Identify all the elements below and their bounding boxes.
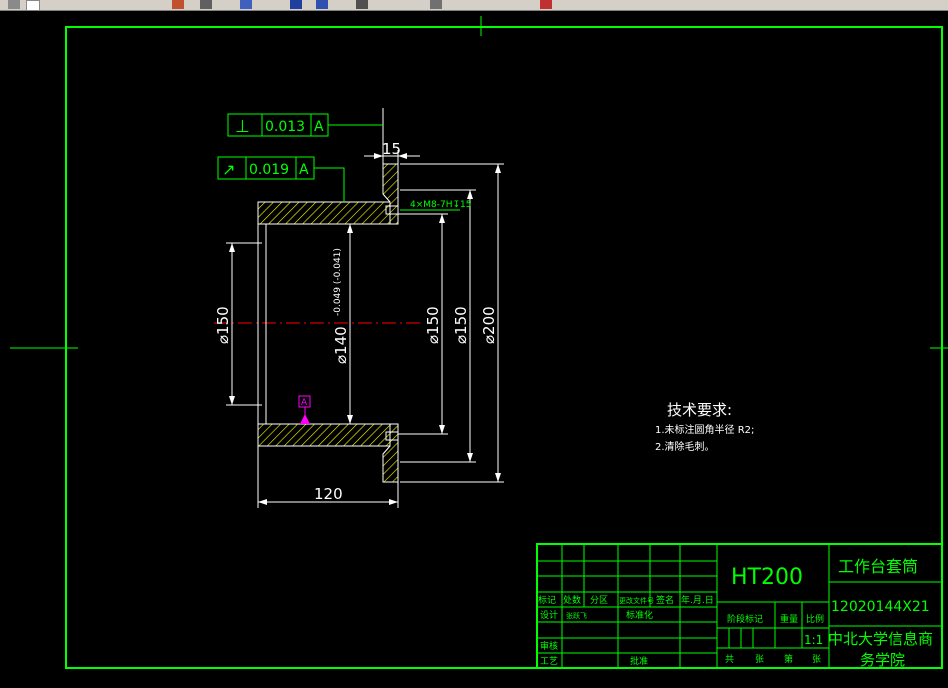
gdt-frame-runout: ↗ 0.019 A bbox=[217, 156, 345, 202]
svg-text:更改文件号: 更改文件号 bbox=[619, 596, 654, 605]
dim-d150-a: ⌀150 bbox=[424, 306, 442, 344]
material-label: HT200 bbox=[731, 565, 803, 590]
review-label: 审核 bbox=[540, 640, 558, 652]
dim-d200: ⌀200 bbox=[480, 306, 498, 344]
standard-label: 标准化 bbox=[626, 609, 653, 621]
svg-text:签名: 签名 bbox=[656, 594, 674, 606]
notes-title: 技术要求: bbox=[667, 401, 732, 419]
gdt2-value: 0.019 bbox=[249, 162, 289, 178]
note-1: 1.未标注圆角半径 R2; bbox=[655, 423, 754, 436]
designer-name: 张跃飞 bbox=[566, 611, 587, 620]
sheet-unit2: 张 bbox=[812, 654, 821, 665]
dim-top-15: 15 bbox=[382, 140, 401, 158]
center-marks bbox=[10, 16, 948, 349]
stage-label: 阶段标记 bbox=[727, 613, 763, 625]
dim-d140-tolerance: -0.049 (-0.041) bbox=[333, 248, 343, 316]
process-label: 工艺 bbox=[540, 656, 558, 667]
datum-tag: A bbox=[298, 395, 311, 424]
undo-icon[interactable] bbox=[290, 0, 302, 9]
grid-icon[interactable] bbox=[8, 0, 20, 9]
drawing-border bbox=[65, 26, 943, 669]
svg-text:分区: 分区 bbox=[590, 595, 608, 606]
sheet-no: 第 bbox=[784, 653, 793, 665]
cad-canvas[interactable]: 15 ⌀150 ⌀140 ⌀150 ⌀150 ⌀200 120 -0.049 (… bbox=[0, 10, 948, 684]
dim-bottom-120: 120 bbox=[314, 485, 343, 503]
gdt1-symbol: ⊥ bbox=[235, 117, 250, 137]
zoom-icon[interactable] bbox=[240, 0, 252, 9]
close-icon[interactable] bbox=[540, 0, 552, 9]
thread-callout: 4×M8-7H↧15 bbox=[410, 200, 472, 210]
org-line2: 务学院 bbox=[860, 651, 905, 669]
svg-text:年.月.日: 年.月.日 bbox=[681, 594, 714, 606]
weight-label: 重量 bbox=[780, 613, 798, 625]
pan-icon[interactable] bbox=[200, 0, 212, 9]
technical-notes: 技术要求: 1.未标注圆角半径 R2; 2.清除毛刺。 bbox=[655, 401, 754, 453]
sheet-total: 共 bbox=[725, 654, 734, 665]
design-label: 设计 bbox=[540, 609, 558, 621]
svg-text:标记: 标记 bbox=[538, 594, 556, 606]
sheet-unit: 张 bbox=[755, 654, 764, 665]
org-line1: 中北大学信息商 bbox=[828, 630, 933, 648]
gdt1-datum: A bbox=[314, 119, 324, 135]
gdt1-value: 0.013 bbox=[265, 119, 305, 135]
gdt-frame-perpendicularity: ⊥ 0.013 A bbox=[227, 113, 383, 137]
pencil-icon[interactable] bbox=[172, 0, 184, 9]
dim-d140: ⌀140 bbox=[332, 326, 350, 364]
drawing-number: 12020144X21 bbox=[831, 599, 930, 615]
approve-label: 批准 bbox=[630, 655, 648, 667]
arrow-icon[interactable] bbox=[356, 0, 368, 9]
part-name: 工作台套筒 bbox=[838, 557, 918, 576]
gdt2-datum: A bbox=[299, 162, 309, 178]
dim-d150-left: ⌀150 bbox=[214, 306, 232, 344]
note-2: 2.清除毛刺。 bbox=[655, 440, 715, 453]
square-icon[interactable] bbox=[430, 0, 442, 9]
svg-text:处数: 处数 bbox=[563, 594, 581, 606]
scale-value: 1:1 bbox=[804, 633, 823, 647]
refresh-icon[interactable] bbox=[316, 0, 328, 9]
gdt2-symbol: ↗ bbox=[222, 160, 235, 179]
svg-text:A: A bbox=[301, 398, 308, 408]
dim-d150-b: ⌀150 bbox=[452, 306, 470, 344]
ratio-label: 比例 bbox=[806, 613, 824, 625]
